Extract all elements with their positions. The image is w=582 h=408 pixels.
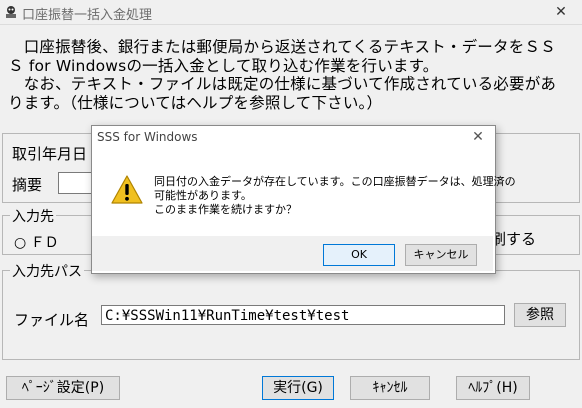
- dialog-close-icon[interactable]: ✕: [468, 127, 488, 147]
- intro-line-3: なお、テキスト・ファイルは既定の仕様に基づいて作成されている必要があ: [8, 75, 557, 93]
- help-button[interactable]: ﾍﾙﾌﾟ(H): [456, 376, 530, 400]
- warning-icon: [111, 175, 143, 204]
- transaction-date-label: 取引年月日: [12, 145, 88, 163]
- input-path-label: 入力先パス: [10, 261, 84, 281]
- intro-line-1: 口座振替後、銀行または郵便局から返送されてくるテキスト・データをＳＳ: [8, 38, 556, 56]
- radio-circle-icon: ○: [14, 235, 27, 251]
- intro-line-4: ります。（仕様についてはヘルプを参照して下さい。）: [8, 93, 383, 112]
- summary-label: 摘要: [12, 176, 43, 194]
- intro-line-2: Ｓ for Windowsの一括入金として取り込む作業を行います。: [8, 56, 439, 75]
- print-label: 刷する: [491, 230, 537, 248]
- dialog-cancel-button[interactable]: キャンセル: [405, 244, 477, 266]
- page-setup-button[interactable]: ﾍﾟｰｼﾞ設定(P): [6, 376, 120, 400]
- radio-fd[interactable]: ○ ＦＤ: [14, 232, 59, 252]
- browse-button[interactable]: 参照: [514, 303, 566, 327]
- intro-text: 口座振替後、銀行または郵便局から返送されてくるテキスト・データをＳＳ Ｓ for…: [8, 38, 576, 112]
- radio-fd-label: ＦＤ: [30, 235, 59, 251]
- file-name-input[interactable]: C:¥SSSWin11¥RunTime¥test¥test: [101, 305, 505, 325]
- cancel-button[interactable]: ｷｬﾝｾﾙ: [350, 376, 430, 400]
- close-icon[interactable]: ✕: [548, 2, 574, 22]
- dialog-message-line-1: 同日付の入金データが存在しています。この口座振替データは、処理済の: [154, 175, 516, 188]
- dialog-ok-button[interactable]: OK: [323, 244, 395, 266]
- input-destination-label: 入力先: [10, 206, 56, 226]
- file-name-label: ファイル名: [14, 311, 90, 329]
- run-button[interactable]: 実行(G): [262, 376, 334, 400]
- app-icon: [6, 6, 16, 18]
- dialog-message-line-3: このまま作業を続けますか？: [154, 203, 297, 216]
- dialog-title: SSS for Windows: [97, 130, 198, 144]
- window-title: 口座振替一括入金処理: [22, 8, 153, 23]
- dialog-message-line-2: 可能性があります。: [154, 189, 252, 202]
- dialog-message: 同日付の入金データが存在しています。この口座振替データは、処理済の 可能性があり…: [154, 175, 516, 217]
